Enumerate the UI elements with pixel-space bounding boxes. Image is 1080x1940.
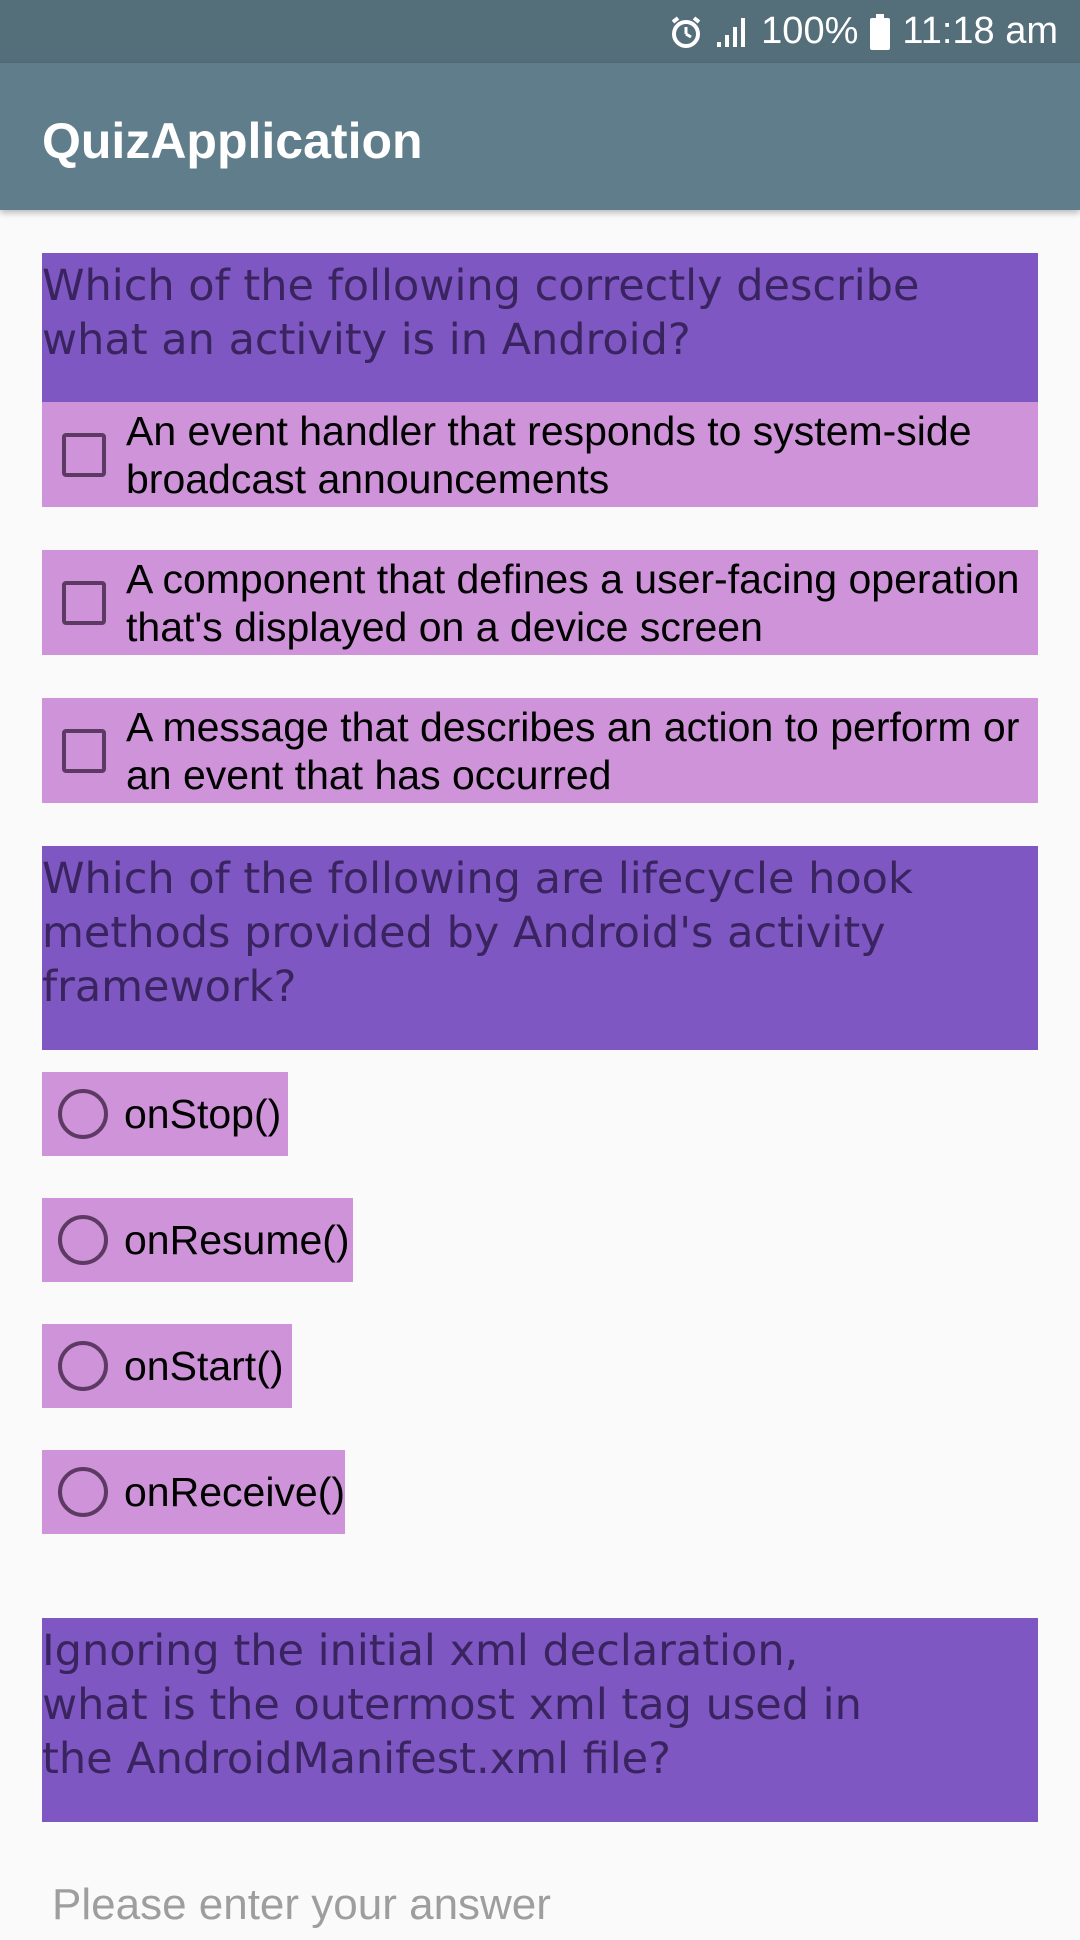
checkbox-icon[interactable] bbox=[62, 580, 106, 625]
signal-icon bbox=[715, 16, 749, 48]
radio-option-label: onStart() bbox=[124, 1343, 284, 1389]
radio-option-3[interactable]: onStart() bbox=[42, 1324, 292, 1408]
app-bar: QuizApplication bbox=[0, 63, 1080, 210]
checkbox-option-3[interactable]: A message that describes an action to pe… bbox=[42, 698, 1038, 803]
checkbox-option-2[interactable]: A component that defines a user-facing o… bbox=[42, 550, 1038, 655]
checkbox-icon[interactable] bbox=[62, 728, 106, 773]
app-title: QuizApplication bbox=[42, 113, 423, 169]
question-1-text: Which of the following correctly describ… bbox=[42, 261, 920, 365]
question-3: Ignoring the initial xml declaration, wh… bbox=[42, 1618, 1038, 1822]
battery-level: 100% bbox=[761, 10, 859, 52]
radio-option-label: onResume() bbox=[124, 1217, 350, 1263]
battery-icon bbox=[870, 13, 891, 50]
checkbox-option-1[interactable]: An event handler that responds to system… bbox=[42, 402, 1038, 507]
radio-option-1[interactable]: onStop() bbox=[42, 1072, 288, 1156]
question-3-text: Ignoring the initial xml declaration, wh… bbox=[42, 1626, 862, 1784]
radio-button-icon[interactable] bbox=[58, 1341, 108, 1391]
question-1: Which of the following correctly describ… bbox=[42, 253, 1038, 402]
checkbox-option-label: A component that defines a user-facing o… bbox=[126, 555, 1020, 650]
radio-option-4[interactable]: onReceive() bbox=[42, 1450, 345, 1534]
radio-option-2[interactable]: onResume() bbox=[42, 1198, 353, 1282]
status-icons: 100% 11:18 am bbox=[669, 0, 1058, 63]
radio-button-icon[interactable] bbox=[58, 1467, 108, 1517]
radio-button-icon[interactable] bbox=[58, 1215, 108, 1265]
status-bar: 100% 11:18 am bbox=[0, 0, 1080, 63]
radio-button-icon[interactable] bbox=[58, 1089, 108, 1139]
question-2-text: Which of the following are lifecycle hoo… bbox=[42, 854, 913, 1012]
quiz-content[interactable]: Which of the following correctly describ… bbox=[0, 210, 1080, 1940]
radio-option-label: onReceive() bbox=[124, 1469, 346, 1515]
checkbox-icon[interactable] bbox=[62, 432, 106, 477]
question-2: Which of the following are lifecycle hoo… bbox=[42, 846, 1038, 1050]
checkbox-option-label: An event handler that responds to system… bbox=[126, 407, 972, 502]
answer-input[interactable] bbox=[52, 1870, 1032, 1940]
checkbox-option-label: A message that describes an action to pe… bbox=[126, 703, 1020, 798]
alarm-icon bbox=[669, 15, 703, 49]
radio-option-label: onStop() bbox=[124, 1091, 282, 1137]
clock: 11:18 am bbox=[902, 10, 1058, 52]
